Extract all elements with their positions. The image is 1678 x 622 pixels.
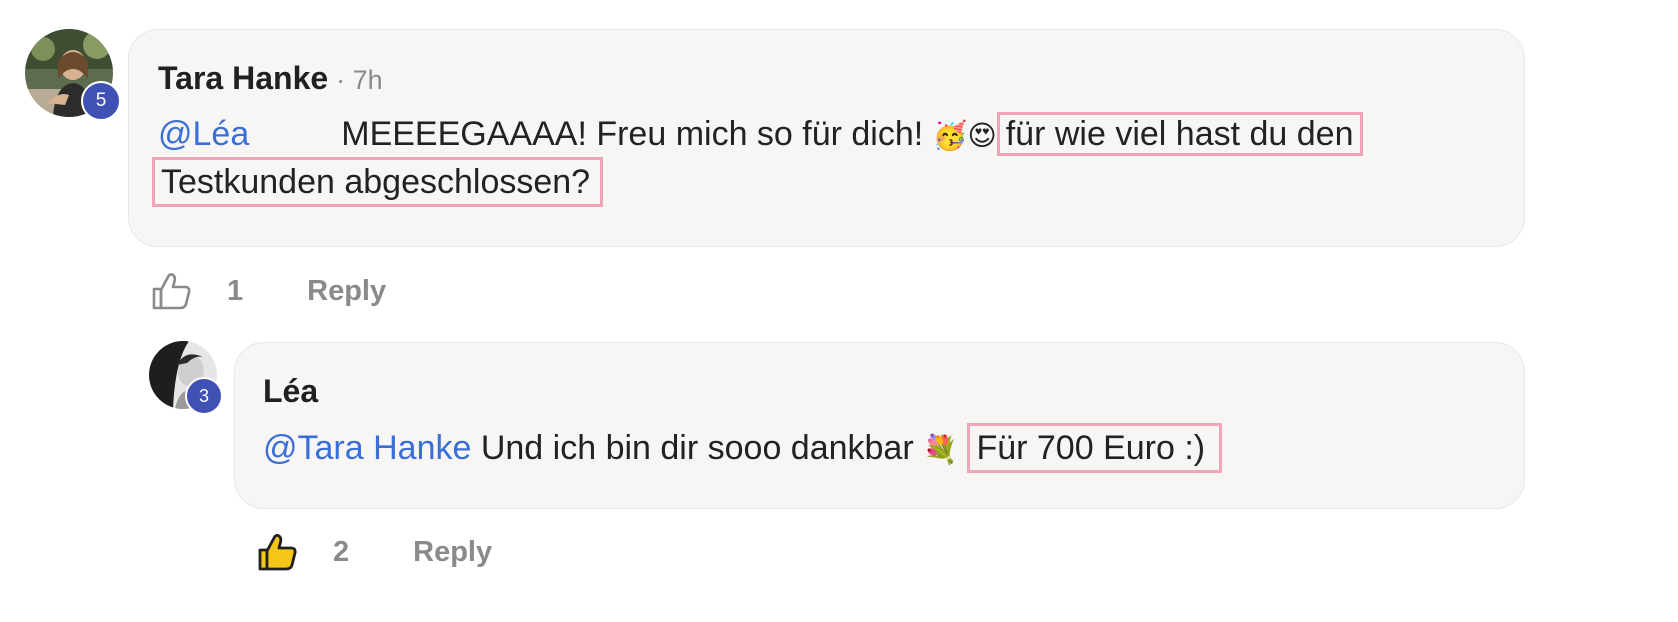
thumbs-up-outline-icon[interactable] (151, 270, 193, 312)
comment-text: MEEEEGAAAA! Freu mich so für dich! (341, 115, 924, 153)
reply-button[interactable]: Reply (307, 275, 386, 308)
thumbs-up-filled-icon[interactable] (257, 531, 299, 573)
reply-header: Léa (263, 373, 318, 410)
party-heart-eyes-emoji: 🥳😍 (932, 119, 997, 152)
author-name[interactable]: Léa (263, 373, 318, 410)
mention-link[interactable]: @Tara Hanke (263, 429, 471, 467)
author-name[interactable]: Tara Hanke (158, 60, 328, 97)
reply-text-line: @Tara Hanke Und ich bin dir sooo dankbar… (263, 423, 1223, 473)
level-badge: 3 (185, 377, 223, 415)
comment-actions: 1 Reply (151, 266, 386, 316)
reply-actions: 2 Reply (257, 527, 492, 577)
bouquet-emoji: 💐 (923, 433, 958, 466)
reply-button[interactable]: Reply (413, 536, 492, 569)
highlighted-text: für wie viel hast du den (996, 112, 1363, 156)
highlighted-text: Testkunden abgeschlossen? (152, 157, 604, 207)
mention-link[interactable]: @Léa (158, 115, 249, 153)
like-count: 1 (227, 274, 244, 307)
level-badge: 5 (81, 81, 121, 121)
like-count: 2 (333, 535, 350, 568)
avatar-tara-hanke[interactable]: 5 (25, 29, 121, 121)
avatar-lea[interactable]: 3 (149, 341, 223, 415)
comment-header: Tara Hanke · 7h (158, 60, 383, 97)
reply-text: Und ich bin dir sooo dankbar (480, 429, 914, 467)
timestamp: · 7h (336, 65, 383, 95)
highlighted-text: Für 700 Euro :) (967, 423, 1223, 473)
comment-text-line-1: @Léa MEEEEGAAAA! Freu mich so für dich! 🥳… (158, 112, 1363, 158)
comment-text-line-2: Testkunden abgeschlossen? (152, 157, 604, 207)
